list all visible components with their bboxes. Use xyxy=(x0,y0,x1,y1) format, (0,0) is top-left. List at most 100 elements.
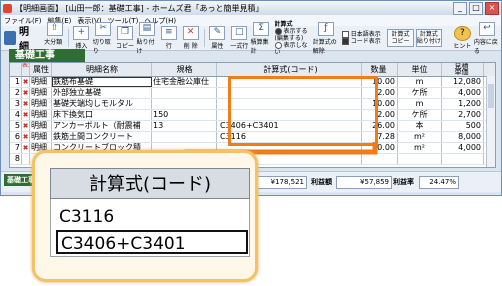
formula-show-radio[interactable] xyxy=(274,27,282,35)
tb-cut-button[interactable]: ✂ 切り取り xyxy=(93,21,114,55)
item-name[interactable]: アンカーボルト（耐震補 xyxy=(52,121,152,131)
col-flag-header[interactable]: 表示 xyxy=(22,63,30,76)
item-unit[interactable]: 本 xyxy=(398,121,442,131)
item-price[interactable]: 2,700 xyxy=(442,110,484,120)
formula-paste-button[interactable]: 計算式 貼り付け xyxy=(415,29,442,47)
display-flag-icon[interactable]: ✖ xyxy=(22,132,30,142)
cut-icon: ✂ xyxy=(95,21,112,36)
tb-attribute-button[interactable]: ✎ 属性 xyxy=(207,26,228,50)
grid-header: 表示 属性 明細名称 規格 計算式(コード) 数量 単位 見積 単価 xyxy=(10,63,495,77)
tb-delete-button[interactable]: ✕ 削 除 xyxy=(180,26,201,50)
minimize-button[interactable]: _ xyxy=(453,2,467,15)
detail-mode-icon xyxy=(4,31,17,45)
tb-paste-label: 貼り付け xyxy=(136,38,155,55)
row-number[interactable]: 6 xyxy=(10,132,22,142)
item-price[interactable]: 4,000 xyxy=(442,143,484,153)
code-display-checkbox[interactable] xyxy=(341,38,349,45)
col-price-header[interactable]: 見積 単価 xyxy=(442,63,484,76)
formula-group-title: 計算式 xyxy=(274,20,293,28)
display-flag[interactable] xyxy=(22,154,30,164)
item-name[interactable]: 鉄筋土間コンクリート xyxy=(52,132,152,142)
row-attribute[interactable]: 明細 xyxy=(30,99,52,109)
japanese-display-checkbox[interactable] xyxy=(341,31,349,38)
tb-lumpsum-button[interactable]: □ 一式行 xyxy=(229,26,250,50)
row-number[interactable]: 3 xyxy=(10,99,22,109)
row-number[interactable]: 1 xyxy=(10,77,22,87)
item-price[interactable]: 1,200 xyxy=(442,99,484,109)
item-unit[interactable]: m² xyxy=(398,132,442,142)
row-number[interactable]: 2 xyxy=(10,88,22,98)
item-unit[interactable]: ケ所 xyxy=(398,110,442,120)
tb-row-button[interactable]: ≡ 行 xyxy=(158,26,179,50)
col-unit-header[interactable]: 単位 xyxy=(398,63,442,76)
row-attribute[interactable]: 明細 xyxy=(30,88,52,98)
back-icon: ↩ xyxy=(478,21,495,36)
item-unit[interactable]: ケ所 xyxy=(398,88,442,98)
item-name[interactable]: 鉄筋布基礎 xyxy=(52,77,152,87)
maximize-button[interactable]: □ xyxy=(469,2,483,15)
col-name-header[interactable]: 明細名称 xyxy=(52,63,152,76)
col-attr-header[interactable]: 属性 xyxy=(30,63,52,76)
attribute-icon: ✎ xyxy=(209,26,226,40)
item-price[interactable]: 4,000 xyxy=(442,88,484,98)
hint-button[interactable]: ? ヒント xyxy=(452,26,473,50)
tb-totals-button[interactable]: Σ 積算集計 xyxy=(250,21,272,55)
formula-display-group: 計算式 表示する(編集する) 表示しない xyxy=(274,20,313,56)
scrollbar-thumb[interactable] xyxy=(488,84,494,108)
display-flag-icon[interactable]: ✖ xyxy=(22,88,30,98)
insert-icon: + xyxy=(73,26,90,40)
item-price[interactable]: 8,000 xyxy=(442,132,484,142)
row-number[interactable]: 5 xyxy=(10,121,22,131)
col-qty-header[interactable]: 数量 xyxy=(362,63,398,76)
display-flag-icon[interactable]: ✖ xyxy=(22,121,30,131)
tb-copy-button[interactable]: ❐ コピー xyxy=(115,26,136,50)
item-name[interactable]: 外部独立基礎 xyxy=(52,88,152,98)
item-spec[interactable]: 住宅金融公庫仕 xyxy=(152,77,217,87)
window-title: 【明細画面】 [山田一郎：基礎工事] - ホームズ君「あっと簡単見積」 xyxy=(15,3,264,13)
row-attribute[interactable]: 明細 xyxy=(30,110,52,120)
col-spec-header[interactable]: 規格 xyxy=(152,63,217,76)
up-arrow-icon: ⇧ xyxy=(46,21,63,36)
display-flag-icon[interactable]: ✖ xyxy=(22,99,30,109)
formula-icon: ƒ xyxy=(317,21,334,36)
row-number[interactable]: 8 xyxy=(10,154,22,164)
item-spec[interactable] xyxy=(152,88,217,98)
formula-hide-radio[interactable] xyxy=(274,41,282,49)
row-attribute[interactable]: 明細 xyxy=(30,132,52,142)
japanese-display-label: 日本語表示 xyxy=(350,31,381,38)
item-spec[interactable]: 150 xyxy=(152,110,217,120)
display-flag-icon[interactable]: ✖ xyxy=(22,77,30,87)
back-label: 内容に戻る xyxy=(473,38,498,55)
row-number[interactable]: 4 xyxy=(10,110,22,120)
tb-formula-release-label: 計算式の解除 xyxy=(312,38,337,55)
zoom-row-1: C3116 xyxy=(59,207,115,227)
grid-scrollbar[interactable] xyxy=(486,76,495,167)
display-flag-icon[interactable]: ✖ xyxy=(22,110,30,120)
item-price[interactable]: 500 xyxy=(442,121,484,131)
display-flag-icon[interactable]: ✖ xyxy=(22,143,30,153)
item-unit[interactable]: m² xyxy=(398,143,442,153)
close-button[interactable]: × xyxy=(485,2,499,15)
tb-formula-release-button[interactable]: ƒ 計算式の解除 xyxy=(312,21,339,55)
item-price[interactable]: 12,080 xyxy=(442,77,484,87)
row-number[interactable]: 7 xyxy=(10,143,22,153)
formula-copy-button[interactable]: 計算式 コピー xyxy=(387,29,414,47)
col-no-header xyxy=(10,63,22,76)
item-unit[interactable] xyxy=(398,154,442,164)
col-formula-header[interactable]: 計算式(コード) xyxy=(217,63,362,76)
item-unit[interactable]: m xyxy=(398,77,442,87)
lump-sum-icon: □ xyxy=(231,26,248,40)
tb-paste-button[interactable]: ▤ 貼り付け xyxy=(136,21,157,55)
toolbar-separator xyxy=(68,29,69,47)
row-attribute[interactable]: 明細 xyxy=(30,77,52,87)
row-attribute[interactable]: 明細 xyxy=(30,121,52,131)
item-price[interactable] xyxy=(442,154,484,164)
item-unit[interactable]: m xyxy=(398,99,442,109)
tb-insert-button[interactable]: + 挿入 xyxy=(71,26,92,50)
item-name[interactable]: 基礎天端均しモルタル xyxy=(52,99,152,109)
item-name[interactable]: 床下換気口 xyxy=(52,110,152,120)
tb-totals-label: 積算集計 xyxy=(250,38,269,55)
item-spec[interactable]: 13 xyxy=(152,121,217,131)
back-button[interactable]: ↩ 内容に戻る xyxy=(473,21,500,55)
item-spec[interactable] xyxy=(152,99,217,109)
